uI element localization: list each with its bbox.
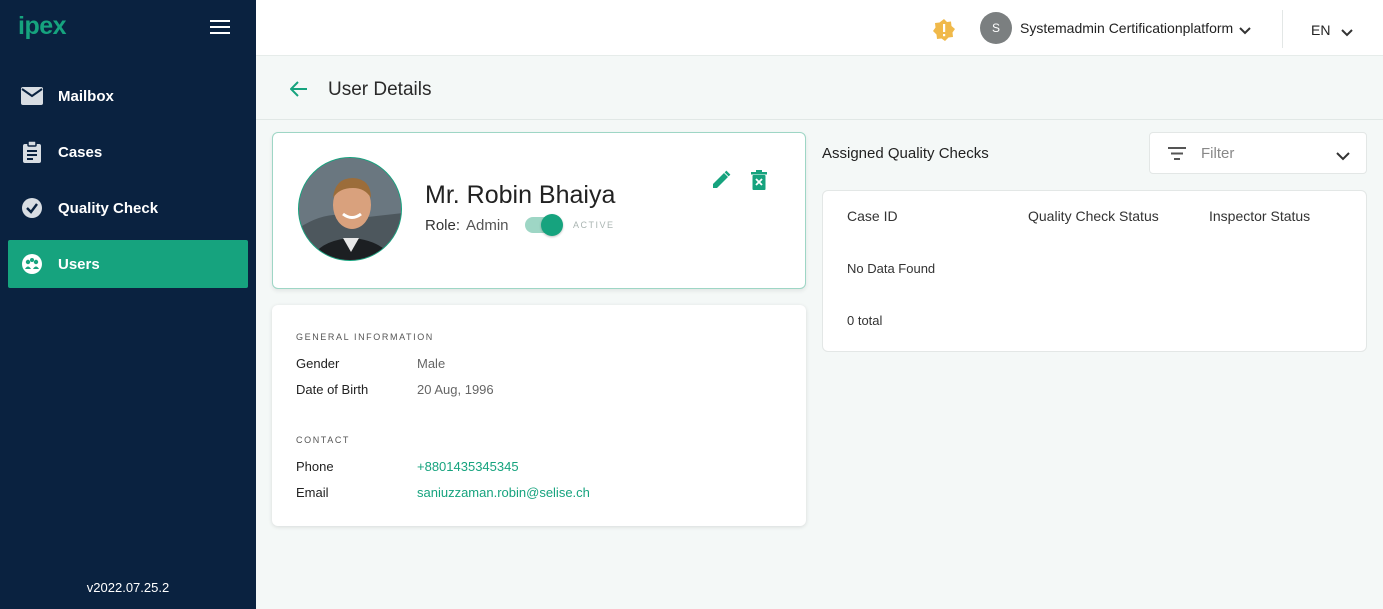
back-arrow-icon[interactable]	[289, 81, 308, 102]
quality-checks-table: Case ID Quality Check Status Inspector S…	[822, 190, 1367, 352]
edit-pencil-icon[interactable]	[711, 170, 731, 195]
sidebar-item-quality-check[interactable]: Quality Check	[8, 184, 248, 232]
sidebar-nav: Mailbox Cases Quality Check Users	[8, 72, 248, 296]
phone-label: Phone	[296, 459, 334, 474]
dob-label: Date of Birth	[296, 382, 369, 397]
role-label: Role:	[425, 217, 461, 234]
app-version: v2022.07.25.2	[86, 580, 170, 595]
dob-value: 20 Aug, 1996	[417, 382, 494, 397]
mail-icon	[21, 85, 43, 107]
column-header-quality-check-status[interactable]: Quality Check Status	[1028, 208, 1159, 224]
filter-dropdown[interactable]: Filter	[1149, 132, 1367, 174]
email-link[interactable]: saniuzzaman.robin@selise.ch	[417, 485, 590, 500]
topbar: S Systemadmin Certificationplatform EN	[256, 0, 1383, 56]
email-label: Email	[296, 485, 329, 500]
general-info-card: GENERAL INFORMATION Gender Male Date of …	[272, 305, 806, 526]
sidebar-item-label: Quality Check	[58, 199, 159, 217]
filter-placeholder: Filter	[1201, 145, 1235, 162]
column-header-case-id[interactable]: Case ID	[847, 208, 898, 224]
menu-toggle-icon[interactable]	[210, 20, 230, 36]
total-count: 0 total	[847, 313, 883, 328]
user-avatar[interactable]: S	[980, 12, 1012, 44]
quality-checks-title: Assigned Quality Checks	[822, 145, 989, 162]
filter-icon	[1168, 147, 1186, 165]
profile-name: Mr. Robin Bhaiya	[425, 181, 616, 209]
active-status-toggle[interactable]	[525, 214, 563, 236]
toggle-knob	[541, 214, 563, 236]
delete-trash-icon[interactable]	[751, 170, 767, 195]
section-title-contact: CONTACT	[296, 435, 351, 445]
sidebar-item-cases[interactable]: Cases	[8, 128, 248, 176]
section-title-general: GENERAL INFORMATION	[296, 332, 434, 342]
user-name[interactable]: Systemadmin Certificationplatform	[1020, 20, 1233, 36]
column-header-inspector-status[interactable]: Inspector Status	[1209, 208, 1310, 224]
chevron-down-icon	[1336, 148, 1350, 166]
sidebar-item-mailbox[interactable]: Mailbox	[8, 72, 248, 120]
page-title: User Details	[328, 79, 432, 100]
phone-link[interactable]: +8801435345345	[417, 459, 519, 474]
sidebar: ipex Mailbox Cases Quality Check Users v…	[0, 0, 256, 609]
language-selector[interactable]: EN	[1311, 22, 1330, 38]
status-label: ACTIVE	[573, 220, 615, 230]
profile-photo	[298, 157, 402, 261]
gender-value: Male	[417, 356, 446, 371]
sidebar-item-label: Users	[58, 255, 100, 273]
warning-badge-icon[interactable]	[932, 18, 956, 42]
role-value: Admin	[466, 217, 509, 234]
profile-card: Mr. Robin Bhaiya Role: Admin ACTIVE	[272, 132, 806, 289]
app-logo[interactable]: ipex	[18, 12, 67, 41]
gender-label: Gender	[296, 356, 340, 371]
users-icon	[21, 253, 43, 275]
sidebar-item-label: Mailbox	[58, 87, 114, 105]
sidebar-item-users[interactable]: Users	[8, 240, 248, 288]
empty-state-text: No Data Found	[847, 261, 936, 276]
divider	[1282, 10, 1283, 48]
check-circle-icon	[21, 197, 43, 219]
chevron-down-icon[interactable]	[1341, 24, 1353, 42]
clipboard-icon	[21, 141, 43, 163]
page-header: User Details	[256, 57, 1383, 120]
chevron-down-icon[interactable]	[1239, 22, 1251, 40]
sidebar-item-label: Cases	[58, 143, 103, 161]
